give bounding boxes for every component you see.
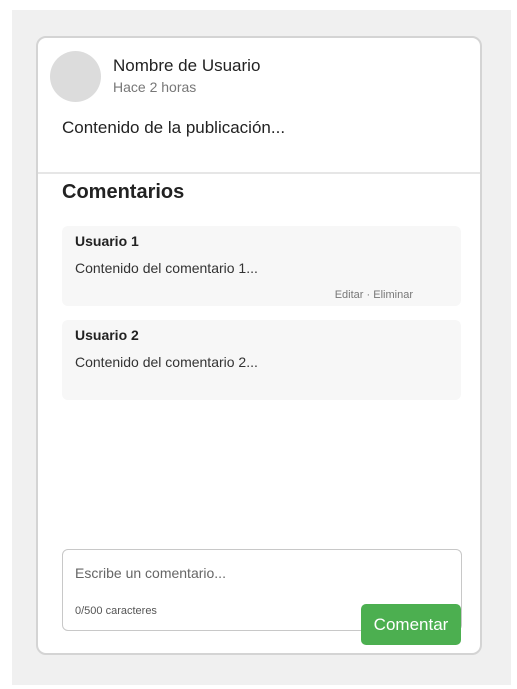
- comment-text: Contenido del comentario 2...: [75, 354, 258, 370]
- comment-text: Contenido del comentario 1...: [75, 260, 258, 276]
- post-header: Nombre de Usuario Hace 2 horas Contenido…: [38, 38, 480, 174]
- comment-item: Usuario 1 Contenido del comentario 1... …: [62, 226, 461, 306]
- post-card: Nombre de Usuario Hace 2 horas Contenido…: [36, 36, 482, 655]
- comment-actions: Editar · Eliminar: [335, 289, 413, 301]
- comments-title: Comentarios: [62, 181, 185, 203]
- post-timestamp: Hace 2 horas: [113, 79, 197, 95]
- post-author[interactable]: Nombre de Usuario: [113, 56, 260, 76]
- char-counter: 0/500 caracteres: [75, 605, 157, 617]
- comment-input[interactable]: [75, 560, 445, 586]
- delete-comment-link[interactable]: Eliminar: [373, 289, 413, 301]
- avatar[interactable]: [50, 51, 101, 102]
- comment-item: Usuario 2 Contenido del comentario 2...: [62, 320, 461, 400]
- comment-author: Usuario 1: [75, 233, 139, 249]
- edit-comment-link[interactable]: Editar: [335, 289, 364, 301]
- post-content: Contenido de la publicación...: [62, 118, 286, 137]
- submit-comment-button[interactable]: Comentar: [361, 604, 461, 645]
- comment-author: Usuario 2: [75, 327, 139, 343]
